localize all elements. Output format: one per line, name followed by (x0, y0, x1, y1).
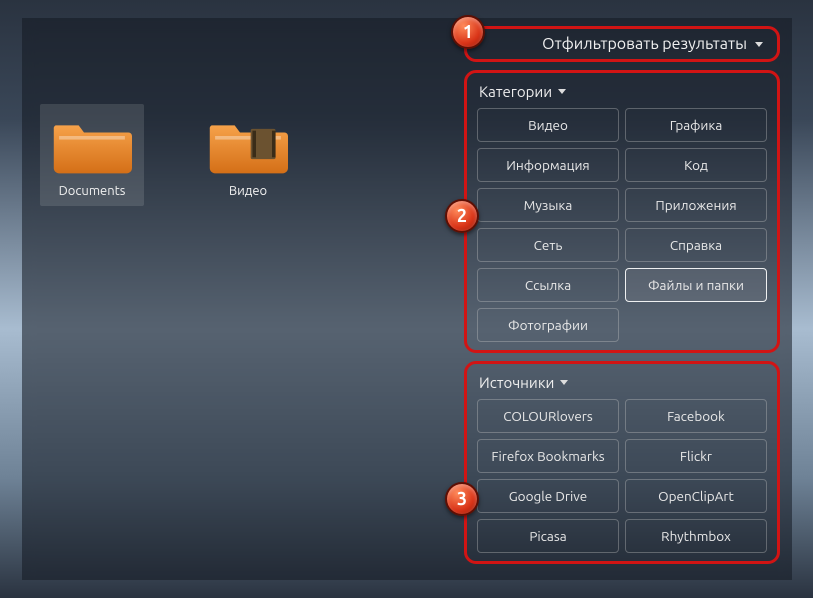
category-chip[interactable]: Видео (477, 108, 619, 142)
category-chip[interactable]: Справка (625, 228, 767, 262)
category-chip[interactable]: Ссылка (477, 268, 619, 302)
sources-box: 3 Источники COLOURloversFacebookFirefox … (464, 361, 780, 564)
file-label: Видео (229, 184, 267, 198)
categories-box: 2 Категории ВидеоГрафикаИнформацияКодМуз… (464, 70, 780, 353)
categories-title: Категории (479, 83, 552, 100)
file-item[interactable]: Documents (40, 104, 144, 206)
dash-frame: Documents Видео 1 Отфильтровать результа… (22, 18, 792, 580)
annotation-marker-1: 1 (451, 15, 485, 49)
categories-header[interactable]: Категории (479, 83, 767, 100)
category-chip[interactable]: Информация (477, 148, 619, 182)
annotation-marker-3: 3 (445, 482, 479, 516)
category-chip[interactable]: Код (625, 148, 767, 182)
right-panel: 1 Отфильтровать результаты 2 Категории В… (464, 26, 780, 564)
source-chip[interactable]: Facebook (625, 399, 767, 433)
results-area: Documents Видео (40, 104, 300, 206)
sources-title: Источники (479, 374, 554, 391)
filter-results-label: Отфильтровать результаты (542, 35, 747, 53)
source-chip[interactable]: Google Drive (477, 479, 619, 513)
chevron-down-icon (560, 380, 568, 385)
source-chip[interactable]: COLOURlovers (477, 399, 619, 433)
sources-header[interactable]: Источники (479, 374, 767, 391)
source-chip[interactable]: Firefox Bookmarks (477, 439, 619, 473)
file-item[interactable]: Видео (196, 104, 300, 206)
categories-grid: ВидеоГрафикаИнформацияКодМузыкаПриложени… (477, 108, 767, 342)
category-chip[interactable]: Файлы и папки (625, 268, 767, 302)
category-chip[interactable]: Музыка (477, 188, 619, 222)
category-chip[interactable]: Фотографии (477, 308, 619, 342)
sources-grid: COLOURloversFacebookFirefox BookmarksFli… (477, 399, 767, 553)
file-label: Documents (59, 184, 126, 198)
source-chip[interactable]: Flickr (625, 439, 767, 473)
source-chip[interactable]: OpenClipArt (625, 479, 767, 513)
source-chip[interactable]: Rhythmbox (625, 519, 767, 553)
filter-results-box: 1 Отфильтровать результаты (464, 26, 780, 62)
source-chip[interactable]: Picasa (477, 519, 619, 553)
filter-results-dropdown[interactable]: Отфильтровать результаты (481, 35, 763, 53)
category-chip[interactable]: Сеть (477, 228, 619, 262)
chevron-down-icon (558, 89, 566, 94)
category-chip[interactable]: Графика (625, 108, 767, 142)
chevron-down-icon (755, 42, 763, 47)
annotation-marker-2: 2 (445, 199, 479, 233)
category-chip[interactable]: Приложения (625, 188, 767, 222)
